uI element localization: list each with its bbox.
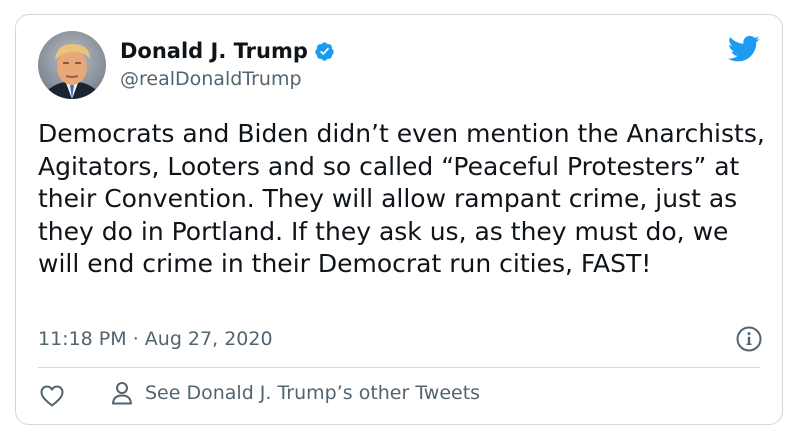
twitter-logo-icon[interactable] <box>728 35 760 63</box>
tweet-card: Donald J. Trump @realDonaldTrump Democra… <box>15 14 783 425</box>
heart-icon[interactable] <box>40 385 64 407</box>
tweet-date: Aug 27, 2020 <box>144 328 273 350</box>
verified-badge-icon <box>315 41 334 61</box>
divider <box>38 367 760 368</box>
timestamp-separator: · <box>132 328 139 350</box>
author-name[interactable]: Donald J. Trump <box>120 39 335 63</box>
tweet-time: 11:18 PM <box>38 328 127 350</box>
see-other-tweets-link[interactable]: See Donald J. Trump’s other Tweets <box>111 381 480 405</box>
author-display-name: Donald J. Trump <box>120 39 308 63</box>
author-handle[interactable]: @realDonaldTrump <box>120 68 302 90</box>
person-icon <box>112 382 132 405</box>
see-other-tweets-label: See Donald J. Trump’s other Tweets <box>145 382 481 404</box>
avatar-image <box>38 31 106 99</box>
tweet-text: Democrats and Biden didn’t even mention … <box>38 119 765 278</box>
info-icon[interactable] <box>736 326 762 352</box>
tweet-timestamp[interactable]: 11:18 PM · Aug 27, 2020 <box>38 328 273 350</box>
avatar[interactable] <box>38 31 106 99</box>
